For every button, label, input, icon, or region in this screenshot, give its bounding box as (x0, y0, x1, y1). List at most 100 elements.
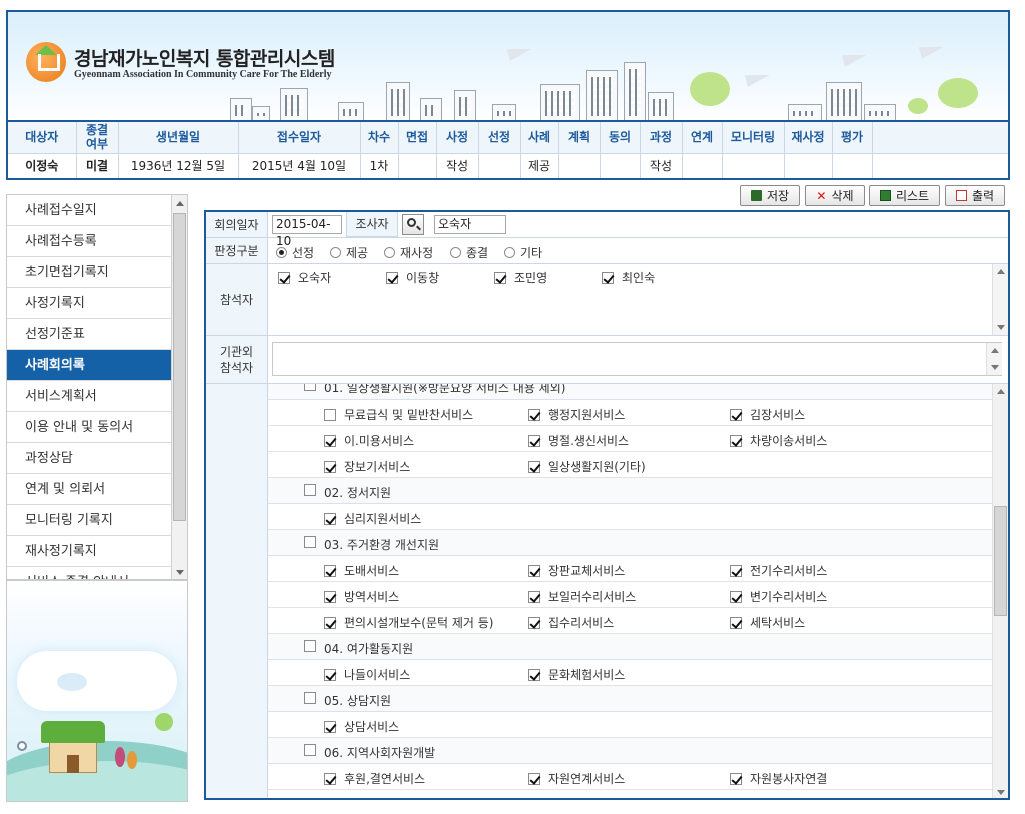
decision-option[interactable]: 기타 (504, 244, 542, 261)
scroll-down-icon[interactable] (997, 790, 1005, 795)
decision-option[interactable]: 재사정 (384, 244, 433, 261)
service-item[interactable]: 세탁서비스 (730, 614, 805, 631)
service-item[interactable]: 문화체험서비스 (528, 666, 625, 683)
decision-option[interactable]: 제공 (330, 244, 368, 261)
service-group[interactable]: 03. 주거환경 개선지원 (268, 530, 992, 556)
service-group[interactable]: 05. 상담지원 (268, 686, 992, 712)
delete-button[interactable]: ✕ 삭제 (805, 185, 865, 206)
delete-button-label: 삭제 (831, 189, 854, 203)
service-item[interactable]: 보일러수리서비스 (528, 588, 636, 605)
info-header-cell: 선정 (478, 122, 521, 154)
print-button[interactable]: 출력 (945, 185, 1005, 206)
checkbox-icon[interactable] (304, 692, 316, 704)
meeting-date-input[interactable]: 2015-04-10 (272, 215, 342, 248)
service-label: 보일러수리서비스 (548, 590, 637, 604)
decision-option[interactable]: 종결 (450, 244, 488, 261)
attendee-checkbox[interactable]: 최인숙 (602, 269, 655, 286)
service-group[interactable]: 01. 일상생활지원(※방문요양 서비스 내용 제외) (268, 384, 992, 400)
sidebar-item[interactable]: 재사정기록지 (7, 536, 172, 567)
scroll-up-icon[interactable] (997, 389, 1005, 394)
investigator-input[interactable]: 오숙자 (434, 215, 506, 234)
attendees-scrollbar[interactable] (992, 264, 1008, 335)
sidebar-item[interactable]: 서비스계획서 (7, 381, 172, 412)
service-item[interactable]: 방역서비스 (324, 588, 399, 605)
service-group[interactable]: 02. 정서지원 (268, 478, 992, 504)
checkbox-icon[interactable] (304, 384, 316, 391)
service-group-label: 04. 여가활동지원 (324, 642, 414, 656)
service-item[interactable]: 장판교체서비스 (528, 562, 625, 579)
service-item[interactable]: 나들이서비스 (324, 666, 410, 683)
sidebar-item[interactable]: 이용 안내 및 동의서 (7, 412, 172, 443)
service-item[interactable]: 변기수리서비스 (730, 588, 827, 605)
services-scroll-thumb[interactable] (994, 506, 1007, 616)
scroll-up-icon[interactable] (991, 348, 999, 353)
service-item[interactable]: 집수리서비스 (528, 614, 614, 631)
radio-icon (504, 247, 515, 258)
checkbox-icon (324, 591, 336, 603)
attendee-checkbox[interactable]: 오숙자 (278, 269, 331, 286)
service-group-label: 02. 정서지원 (324, 486, 392, 500)
sidebar-item[interactable]: 사정기록지 (7, 288, 172, 319)
sidebar-item[interactable]: 사례접수일지 (7, 195, 172, 226)
decision-option[interactable]: 선정 (276, 244, 314, 261)
service-label: 행정지원서비스 (548, 408, 626, 422)
service-item[interactable]: 전기수리서비스 (730, 562, 827, 579)
info-header-cell: 종결 여부 (76, 122, 119, 154)
checkbox-icon (386, 272, 398, 284)
service-item[interactable]: 상담서비스 (324, 718, 399, 735)
search-button[interactable] (402, 214, 424, 235)
sidebar-item[interactable]: 과정상담 (7, 443, 172, 474)
service-item[interactable]: 편의시설개보수(문턱 제거 등) (324, 614, 493, 631)
service-item[interactable]: 행정지원서비스 (528, 406, 625, 423)
sidebar-item[interactable]: 선정기준표 (7, 319, 172, 350)
service-item[interactable]: 장보기서비스 (324, 458, 410, 475)
scroll-up-icon[interactable] (997, 269, 1005, 274)
checkbox-icon[interactable] (304, 484, 316, 496)
delete-icon: ✕ (816, 188, 827, 203)
service-item[interactable]: 무료급식 및 밑반찬서비스 (324, 406, 473, 423)
checkbox-icon[interactable] (304, 536, 316, 548)
sidebar-illustration (6, 580, 188, 802)
radio-icon (330, 247, 341, 258)
checkbox-icon[interactable] (304, 640, 316, 652)
list-button[interactable]: 리스트 (869, 185, 940, 206)
service-item[interactable]: 김장서비스 (730, 406, 805, 423)
service-label: 집수리서비스 (548, 616, 615, 630)
scroll-down-icon[interactable] (176, 570, 184, 575)
service-item[interactable]: 차량이송서비스 (730, 432, 827, 449)
sidebar-scrollbar[interactable] (171, 195, 187, 579)
sidebar-item-active[interactable]: 사례회의록 (7, 350, 172, 381)
service-item[interactable]: 이.미용서비스 (324, 432, 414, 449)
case-meeting-form: 회의일자 2015-04-10 조사자 오숙자 판정구분 선정 제공 재사정 종… (204, 210, 1010, 800)
service-item[interactable]: 일상생활지원(기타) (528, 458, 646, 475)
service-group[interactable]: 06. 지역사회자원개발 (268, 738, 992, 764)
service-item[interactable]: 도배서비스 (324, 562, 399, 579)
info-header-cell: 사정 (436, 122, 479, 154)
scroll-down-icon[interactable] (991, 365, 999, 370)
services-scrollbar[interactable] (992, 384, 1008, 798)
scroll-down-icon[interactable] (997, 325, 1005, 330)
service-item[interactable]: 명절.생신서비스 (528, 432, 629, 449)
external-scrollbar[interactable] (986, 343, 1002, 375)
sidebar-scroll-thumb[interactable] (173, 213, 186, 521)
service-group[interactable]: 04. 여가활동지원 (268, 634, 992, 660)
external-attendees-textarea[interactable] (272, 342, 1002, 376)
app-title: 경남재가노인복지 통합관리시스템 (74, 48, 335, 70)
save-button[interactable]: 저장 (740, 185, 800, 206)
sidebar-item[interactable]: 사례접수등록 (7, 226, 172, 257)
service-item[interactable]: 후원,결연서비스 (324, 770, 425, 787)
attendee-checkbox[interactable]: 이동창 (386, 269, 439, 286)
service-item[interactable]: 자원연계서비스 (528, 770, 625, 787)
sidebar-item[interactable]: 모니터링 기록지 (7, 505, 172, 536)
sidebar-item[interactable]: 서비스 종결 안내서 (7, 567, 172, 579)
service-item[interactable]: 심리지원서비스 (324, 510, 421, 527)
sidebar-item[interactable]: 연계 및 의뢰서 (7, 474, 172, 505)
service-item[interactable]: 자원봉사자연결 (730, 770, 827, 787)
checkbox-icon[interactable] (304, 744, 316, 756)
attendee-checkbox[interactable]: 조민영 (494, 269, 547, 286)
service-label: 명절.생신서비스 (548, 434, 630, 448)
scroll-up-icon[interactable] (176, 201, 184, 206)
sidebar-item[interactable]: 초기면접기록지 (7, 257, 172, 288)
decision-option-label: 제공 (346, 246, 369, 260)
info-header-cell: 대상자 (8, 122, 77, 154)
